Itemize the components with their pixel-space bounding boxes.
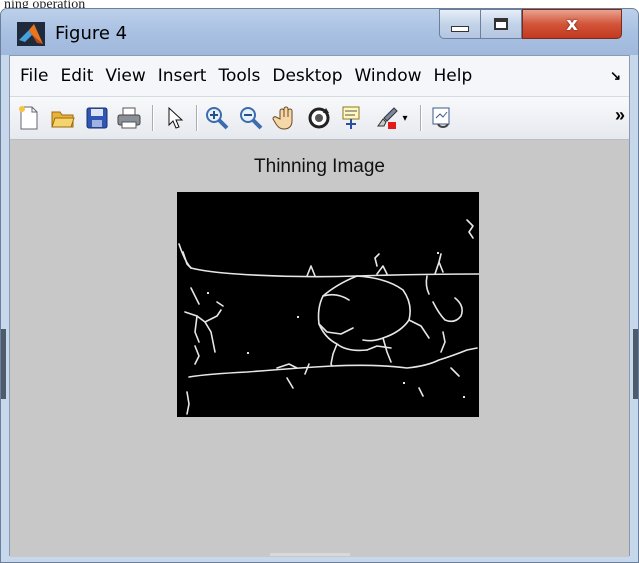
- maximize-icon: [494, 18, 508, 30]
- menu-desktop[interactable]: Desktop: [272, 66, 342, 86]
- edit-plot-button[interactable]: [160, 103, 190, 133]
- menu-file[interactable]: File: [20, 66, 48, 86]
- window-title: Figure 4: [55, 23, 128, 44]
- zoom-out-icon: [240, 107, 263, 130]
- toolbar-separator: [420, 105, 422, 131]
- toolbar-separator: [152, 105, 154, 131]
- menu-view[interactable]: View: [105, 66, 145, 86]
- menu-bar: File Edit View Insert Tools Desktop Wind…: [10, 56, 629, 97]
- cursor-arrow-icon: [168, 106, 184, 129]
- minimize-icon: [451, 26, 469, 32]
- taskbar-indicator: [270, 553, 350, 556]
- link-plot-icon: [432, 107, 450, 128]
- thinned-skeleton-image: [178, 219, 479, 415]
- toolbar-separator: [196, 105, 198, 131]
- rotate-3d-button[interactable]: [304, 103, 334, 133]
- new-file-icon: [19, 106, 38, 130]
- figure-window: Figure 4 x File Edit View Insert Tools D…: [0, 8, 639, 563]
- menu-overflow-icon[interactable]: ↘: [610, 68, 621, 84]
- link-plot-button[interactable]: [428, 103, 458, 133]
- new-figure-button[interactable]: [14, 103, 44, 133]
- minimize-button[interactable]: [439, 9, 481, 39]
- chevron-down-icon: ▾: [402, 112, 408, 124]
- menu-window[interactable]: Window: [354, 66, 421, 86]
- data-cursor-icon: [342, 106, 360, 129]
- printer-icon: [117, 107, 141, 129]
- data-cursor-button[interactable]: [338, 103, 368, 133]
- close-button[interactable]: x: [522, 9, 622, 39]
- matlab-logo-icon: [17, 22, 45, 46]
- save-disk-icon: [86, 107, 108, 129]
- figure-title: Thinning Image: [254, 156, 385, 177]
- zoom-in-icon: [206, 107, 229, 130]
- menu-help[interactable]: Help: [434, 66, 473, 86]
- save-figure-button[interactable]: [82, 103, 112, 133]
- window-edge-right: [633, 329, 638, 399]
- thinning-image-axes[interactable]: [177, 192, 479, 417]
- pan-hand-icon: [272, 106, 293, 130]
- menu-edit[interactable]: Edit: [60, 66, 93, 86]
- title-bar[interactable]: Figure 4 x: [1, 9, 638, 55]
- folder-open-icon: [51, 111, 75, 128]
- brush-icon: [377, 107, 398, 129]
- pan-button[interactable]: [270, 103, 300, 133]
- rotate-3d-icon: [308, 107, 330, 129]
- window-edge-left: [1, 329, 6, 399]
- print-figure-button[interactable]: [114, 103, 144, 133]
- zoom-out-button[interactable]: [236, 103, 266, 133]
- figure-toolbar: ▾ »: [10, 97, 629, 140]
- close-icon: x: [566, 13, 578, 35]
- menu-tools[interactable]: Tools: [218, 66, 260, 86]
- zoom-in-button[interactable]: [202, 103, 232, 133]
- maximize-button[interactable]: [480, 9, 522, 39]
- brush-dropdown[interactable]: ▾: [398, 103, 412, 133]
- menu-insert[interactable]: Insert: [158, 66, 207, 86]
- figure-client-area: File Edit View Insert Tools Desktop Wind…: [9, 55, 630, 557]
- figure-canvas: Thinning Image: [10, 140, 629, 557]
- toolbar-overflow-icon[interactable]: »: [615, 105, 625, 126]
- open-file-button[interactable]: [48, 103, 78, 133]
